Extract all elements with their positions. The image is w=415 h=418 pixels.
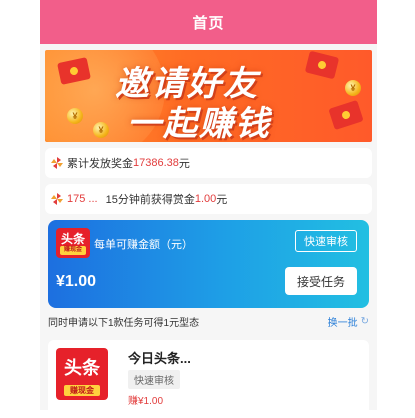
reward-amount: ¥1.00 [56, 273, 97, 290]
total-payout-row: 累计发放奖金 17386.38 元 [45, 148, 372, 178]
task-reward: 赚¥1.00 [128, 396, 164, 407]
invite-banner[interactable]: ¥ ¥ ¥ 邀请好友 一起赚钱 [45, 50, 372, 142]
red-envelope-icon [328, 99, 364, 131]
coin-icon: ¥ [93, 122, 109, 138]
refresh-batch-button[interactable]: 换一批 ↻ [328, 314, 369, 329]
logo-subtext: 赚现金 [60, 246, 86, 255]
toutiao-logo-icon: 头条 赚现金 [56, 348, 108, 400]
fast-review-tag: 快速审核 [128, 370, 180, 389]
recent-reward-value: 1.00 [194, 193, 217, 205]
pinwheel-icon [51, 193, 63, 205]
fast-review-button[interactable]: 快速审核 [295, 230, 357, 252]
list-item[interactable]: 头条 赚现金 今日头条... 快速审核 赚¥1.00 [48, 340, 369, 418]
app-screen: 首页 ¥ ¥ ¥ 邀请好友 一起赚钱 累计发放奖金 17386.38 元 175… [40, 0, 377, 418]
recent-reward-text: 15分钟前获得赏金 [105, 194, 195, 206]
logo-text: 头条 [64, 358, 100, 378]
task-name: 今日头条... [128, 351, 191, 366]
bundle-notice-text: 同时申请以下1款任务可得1元型态 [48, 317, 200, 329]
featured-task-card[interactable]: 头条 赚现金 每单可赚金额（元） 快速审核 ¥1.00 接受任务 [48, 220, 369, 308]
coin-icon: ¥ [345, 80, 361, 96]
total-payout-unit: 元 [178, 158, 190, 170]
bundle-notice: 同时申请以下1款任务可得1元型态 换一批 ↻ [48, 308, 369, 334]
total-payout-value: 17386.38 [133, 157, 179, 169]
banner-title-line2: 一起赚钱 [127, 105, 271, 142]
red-envelope-icon [304, 50, 340, 80]
refresh-icon: ↻ [360, 315, 369, 327]
accept-task-button[interactable]: 接受任务 [285, 267, 357, 295]
logo-subtext: 赚现金 [64, 385, 100, 396]
pinwheel-icon [51, 157, 63, 169]
page-title: 首页 [192, 14, 225, 32]
coin-icon: ¥ [67, 108, 83, 124]
total-payout-label: 累计发放奖金 [67, 158, 133, 170]
toutiao-logo-icon: 头条 赚现金 [56, 228, 90, 258]
recent-reward-unit: 元 [216, 194, 228, 206]
recent-reward-row: 175 ... 15分钟前获得赏金 1.00 元 [45, 184, 372, 214]
top-header: 首页 [40, 0, 377, 44]
refresh-label: 换一批 [327, 317, 358, 329]
recent-user-id: 175 ... [67, 193, 98, 205]
per-order-label: 每单可赚金额（元） [94, 239, 193, 251]
